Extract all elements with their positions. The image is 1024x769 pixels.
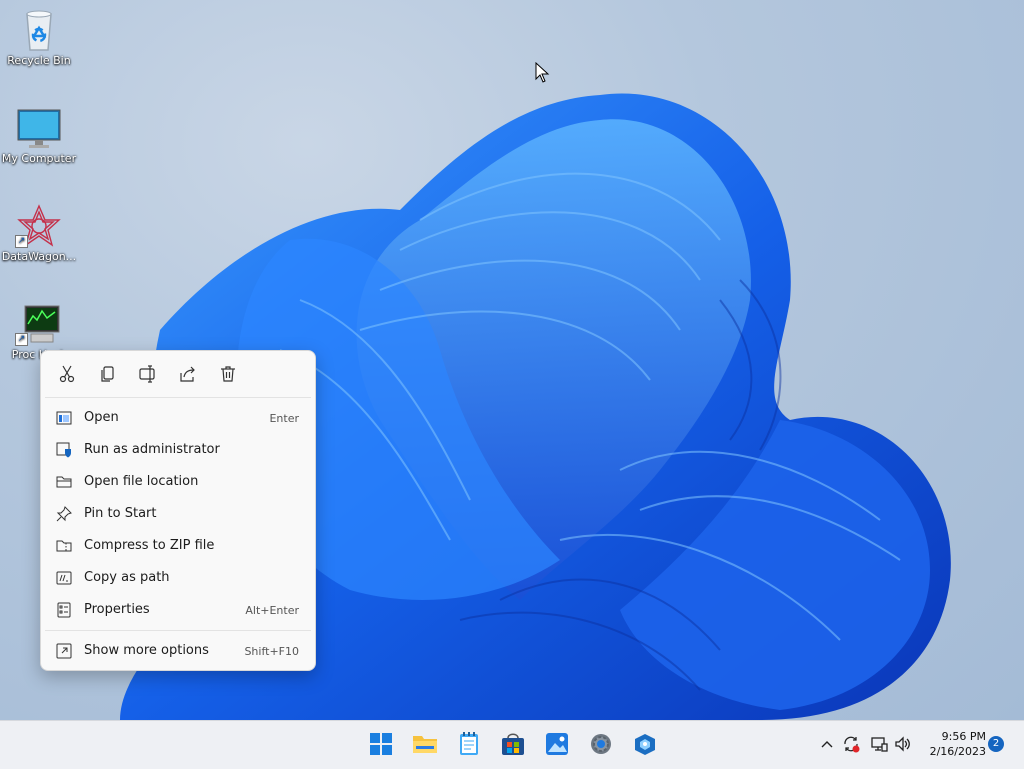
shortcut-arrow-icon: ↗ [15, 235, 28, 248]
start-icon[interactable] [368, 731, 394, 757]
pin-icon [56, 506, 72, 522]
copy-icon[interactable] [98, 364, 120, 386]
menu-item-open[interactable]: Open Enter [45, 403, 311, 433]
desktop-icon-recycle-bin[interactable]: Recycle Bin [1, 8, 77, 67]
context-menu-toolbar [45, 351, 311, 398]
shortcut-arrow-icon: ↗ [15, 333, 28, 346]
notification-badge[interactable]: 2 [988, 736, 1004, 752]
file-explorer-icon[interactable] [412, 731, 438, 757]
taskbar: 9:56 PM 2/16/2023 2 [0, 720, 1024, 769]
zip-icon [56, 538, 72, 554]
monitor-icon [15, 106, 63, 150]
sync-icon[interactable] [842, 735, 860, 753]
process-hacker-icon: ↗ [15, 302, 63, 346]
desktop-icon-datawagon[interactable]: ↗ DataWagon... [1, 204, 77, 263]
shield-icon [56, 442, 72, 458]
menu-item-shortcut: Alt+Enter [245, 604, 299, 617]
menu-item-shortcut: Enter [269, 412, 299, 425]
menu-item-label: Open file location [84, 474, 199, 489]
menu-item-label: Pin to Start [84, 506, 157, 521]
menu-item-label: Compress to ZIP file [84, 538, 215, 553]
menu-item-compress-to-zip[interactable]: Compress to ZIP file [45, 531, 311, 561]
photos-icon[interactable] [544, 731, 570, 757]
menu-item-show-more-options[interactable]: Show more options Shift+F10 [45, 636, 311, 666]
context-menu: Open Enter Run as administrator Open fil… [40, 350, 316, 671]
menu-item-properties[interactable]: Properties Alt+Enter [45, 595, 311, 625]
store-icon[interactable] [500, 731, 526, 757]
app-icon[interactable] [632, 731, 658, 757]
rename-icon[interactable] [138, 364, 160, 386]
datawagon-icon: ↗ [15, 204, 63, 248]
share-icon[interactable] [178, 364, 200, 386]
menu-item-label: Show more options [84, 643, 209, 658]
menu-item-label: Open [84, 410, 119, 425]
menu-item-label: Copy as path [84, 570, 170, 585]
menu-separator [45, 630, 311, 631]
menu-item-run-as-administrator[interactable]: Run as administrator [45, 435, 311, 465]
clock-time: 9:56 PM [941, 730, 986, 743]
clock-date: 2/16/2023 [929, 745, 986, 758]
desktop[interactable]: Recycle Bin My Computer ↗ DataWagon... ↗… [0, 0, 1024, 720]
menu-item-copy-as-path[interactable]: Copy as path [45, 563, 311, 593]
chevron-up-icon[interactable] [818, 735, 836, 753]
system-clock[interactable]: 9:56 PM 2/16/2023 [920, 729, 986, 759]
menu-item-open-file-location[interactable]: Open file location [45, 467, 311, 497]
delete-icon[interactable] [218, 364, 240, 386]
menu-item-shortcut: Shift+F10 [244, 645, 299, 658]
open-icon [56, 410, 72, 426]
cut-icon[interactable] [58, 364, 80, 386]
settings-icon[interactable] [588, 731, 614, 757]
path-icon [56, 570, 72, 586]
recycle-bin-icon [15, 8, 63, 52]
desktop-icon-label: My Computer [1, 152, 77, 165]
notepad-icon[interactable] [456, 731, 482, 757]
desktop-icon-my-computer[interactable]: My Computer [1, 106, 77, 165]
menu-item-label: Properties [84, 602, 150, 617]
volume-icon[interactable] [894, 735, 912, 753]
mouse-cursor-icon [535, 62, 550, 83]
menu-item-pin-to-start[interactable]: Pin to Start [45, 499, 311, 529]
properties-icon [56, 602, 72, 618]
desktop-icon-label: DataWagon... [1, 250, 77, 263]
network-icon[interactable] [870, 735, 888, 753]
folder-icon [56, 474, 72, 490]
desktop-icon-label: Recycle Bin [7, 54, 71, 67]
menu-item-label: Run as administrator [84, 442, 220, 457]
more-options-icon [56, 643, 72, 659]
